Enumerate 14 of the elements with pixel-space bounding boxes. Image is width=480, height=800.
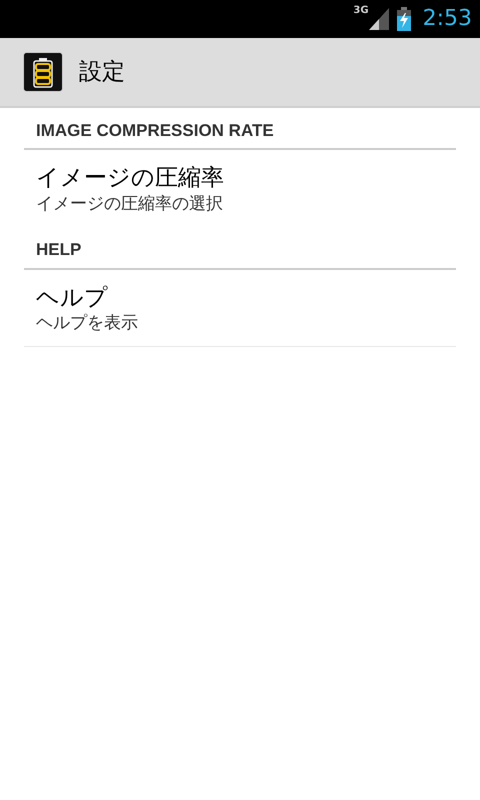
screen-title: 設定 — [79, 58, 125, 87]
preference-item[interactable]: イメージの圧縮率 イメージの圧縮率の選択 — [24, 150, 456, 228]
preference-summary: イメージの圧縮率の選択 — [36, 193, 224, 216]
clock: 2:53 — [422, 8, 472, 30]
network-type-label: 3G — [353, 6, 369, 16]
preference-summary: ヘルプを表示 — [36, 312, 139, 334]
app-battery-icon[interactable] — [23, 52, 63, 92]
section-header: HELP — [36, 240, 82, 260]
signal-icon — [368, 8, 389, 30]
battery-charging-icon — [396, 7, 411, 31]
section-header: IMAGE COMPRESSION RATE — [36, 121, 274, 140]
preference-item[interactable]: ヘルプ ヘルプを表示 — [24, 270, 456, 348]
preference-title: ヘルプ — [36, 284, 109, 312]
preference-title: イメージの圧縮率 — [36, 164, 225, 194]
